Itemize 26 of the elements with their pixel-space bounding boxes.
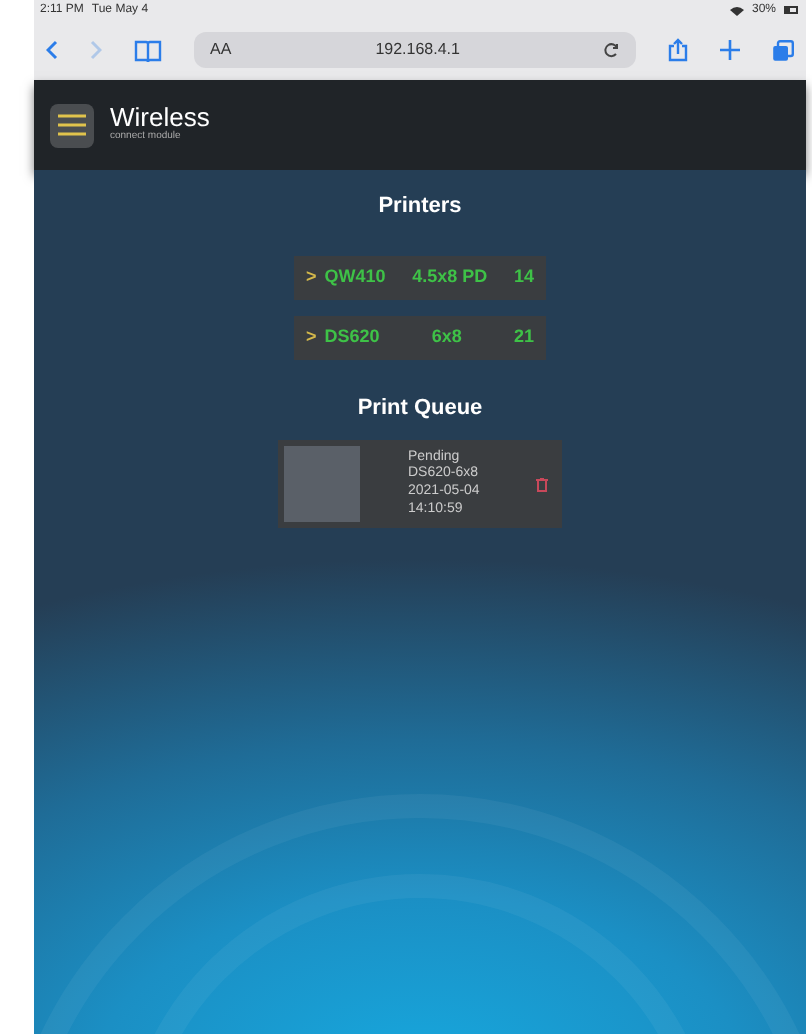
logo-title: Wireless: [110, 104, 210, 131]
print-count: 21: [513, 323, 534, 350]
expand-chevron: >: [306, 263, 317, 290]
book-icon[interactable]: [134, 39, 162, 61]
battery-icon: [784, 6, 800, 14]
menu-button[interactable]: [50, 103, 94, 147]
menu-icon: [58, 114, 86, 136]
printers-heading: Printers: [378, 192, 462, 222]
printer-row[interactable]: > QW410 4.5x8 PD 14: [294, 255, 546, 299]
back-icon[interactable]: [46, 40, 58, 60]
plus-icon[interactable]: [720, 40, 740, 60]
wifi-icon: [729, 5, 744, 15]
printer-row[interactable]: > DS620 6x8 21: [294, 315, 546, 359]
print-queue-heading: Print Queue: [357, 393, 483, 423]
share-icon[interactable]: [668, 38, 688, 62]
printer-name: DS620: [324, 323, 380, 350]
printer-name: QW410: [324, 263, 386, 290]
trash-icon[interactable]: [536, 477, 548, 491]
photo-placeholder: [284, 446, 360, 522]
reload-icon[interactable]: [604, 42, 620, 58]
tabs-icon[interactable]: [772, 39, 794, 61]
print-count: 14: [513, 263, 534, 290]
expand-chevron: >: [306, 323, 317, 350]
address-bar[interactable]: AA 192.168.4.1: [194, 32, 636, 68]
media-size: 6x8: [431, 323, 462, 350]
media-size: 4.5x8 PD: [412, 263, 488, 290]
